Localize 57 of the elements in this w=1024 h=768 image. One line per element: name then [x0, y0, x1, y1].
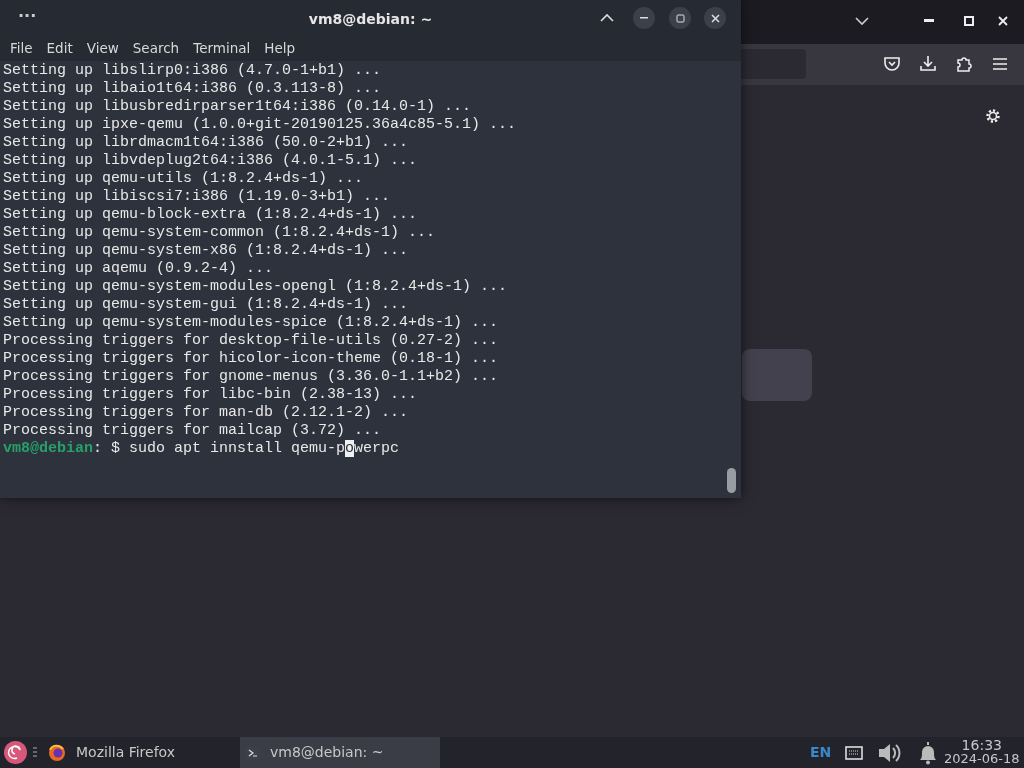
- menu-item[interactable]: Help: [257, 36, 303, 61]
- terminal-line: Setting up libvdeplug2t64:i386 (4.0.1-5.1) ...: [3, 152, 418, 170]
- firefox-icon: [48, 743, 66, 762]
- terminal-line: Processing triggers for gnome-menus (3.36.0-1.1+b2) ...: [3, 368, 499, 386]
- minimize-icon[interactable]: [924, 19, 934, 23]
- download-icon[interactable]: [919, 54, 937, 72]
- taskbar-button[interactable]: Mozilla Firefox: [42, 737, 232, 768]
- pocket-icon[interactable]: [883, 55, 901, 73]
- terminal-line: Setting up qemu-utils (1:8.2.4+ds-1) ...: [3, 170, 364, 188]
- terminal-line: Processing triggers for man-db (2.12.1-2) ...: [3, 404, 409, 422]
- terminal-line: Setting up ipxe-qemu (1.0.0+git-20190125.36a4c85-5.1) ...: [3, 116, 517, 134]
- menu-icon[interactable]: [991, 55, 1009, 73]
- close-icon[interactable]: [998, 16, 1008, 26]
- grip-icon[interactable]: [33, 747, 37, 758]
- menu-handle[interactable]: ···: [18, 4, 37, 28]
- terminal-line: Setting up libiscsi7:i386 (1.19.0-3+b1) ...: [3, 188, 391, 206]
- minimize-icon: [640, 17, 648, 19]
- terminal-line: Setting up qemu-system-gui (1:8.2.4+ds-1) ...: [3, 296, 409, 314]
- terminal-line: Processing triggers for desktop-file-utils (0.27-2) ...: [3, 332, 499, 350]
- terminal-line: Processing triggers for libc-bin (2.38-13) ...: [3, 386, 418, 404]
- terminal-line: Setting up qemu-system-x86 (1:8.2.4+ds-1) ...: [3, 242, 409, 260]
- terminal-line: Processing triggers for hicolor-icon-theme (0.18-1) ...: [3, 350, 499, 368]
- popup-card: [742, 349, 812, 401]
- clock-date[interactable]: 2024-06-18: [944, 752, 1020, 766]
- maximize-icon[interactable]: [964, 16, 974, 26]
- terminal-line: Setting up libaio1t64:i386 (0.3.113-8) ...: [3, 80, 382, 98]
- maximize-button[interactable]: [669, 7, 691, 29]
- prompt-host: vm8@debian: [3, 440, 93, 457]
- puzzle-icon[interactable]: [955, 55, 973, 73]
- settings-icon[interactable]: [984, 107, 1002, 125]
- scrollbar-thumb[interactable]: [727, 468, 736, 493]
- menu-item[interactable]: View: [79, 36, 126, 61]
- terminal-line: Setting up qemu-system-common (1:8.2.4+ds-1) ...: [3, 224, 436, 242]
- terminal-line: Setting up libusbredirparser1t64:i386 (0.14.0-1) ...: [3, 98, 472, 116]
- menu-item[interactable]: Search: [125, 36, 187, 61]
- menu-item[interactable]: File: [3, 36, 40, 61]
- minimize-button[interactable]: [633, 7, 655, 29]
- terminal-line: Processing triggers for mailcap (3.72) ...: [3, 422, 382, 440]
- terminal-line: Setting up librdmacm1t64:i386 (50.0-2+b1) ...: [3, 134, 409, 152]
- language-indicator[interactable]: EN: [810, 742, 832, 763]
- terminal-line: Setting up qemu-system-modules-spice (1:8.2.4+ds-1) ...: [3, 314, 499, 332]
- terminal-line: Setting up aqemu (0.9.2-4) ...: [3, 260, 274, 278]
- clock-time[interactable]: 16:33: [944, 738, 1020, 752]
- chevron-down-icon[interactable]: [855, 16, 869, 26]
- menu-item[interactable]: Edit: [39, 36, 80, 61]
- taskbar-button[interactable]: vm8@debian: ~: [240, 737, 440, 768]
- close-icon: [710, 13, 720, 23]
- chevron-up-icon[interactable]: [600, 13, 614, 22]
- network-icon[interactable]: [845, 745, 864, 760]
- menu-item[interactable]: Terminal: [186, 36, 258, 61]
- maximize-icon: [675, 13, 685, 23]
- terminal-line: Setting up qemu-block-extra (1:8.2.4+ds-1) ...: [3, 206, 418, 224]
- debian-logo-icon[interactable]: [4, 741, 27, 764]
- terminal-line: Setting up libslirp0:i386 (4.7.0-1+b1) ...: [3, 62, 382, 80]
- close-button[interactable]: [704, 7, 726, 29]
- window-title: vm8@debian: ~: [308, 11, 433, 27]
- terminal-line: Setting up qemu-system-modules-opengl (1:8.2.4+ds-1) ...: [3, 278, 508, 296]
